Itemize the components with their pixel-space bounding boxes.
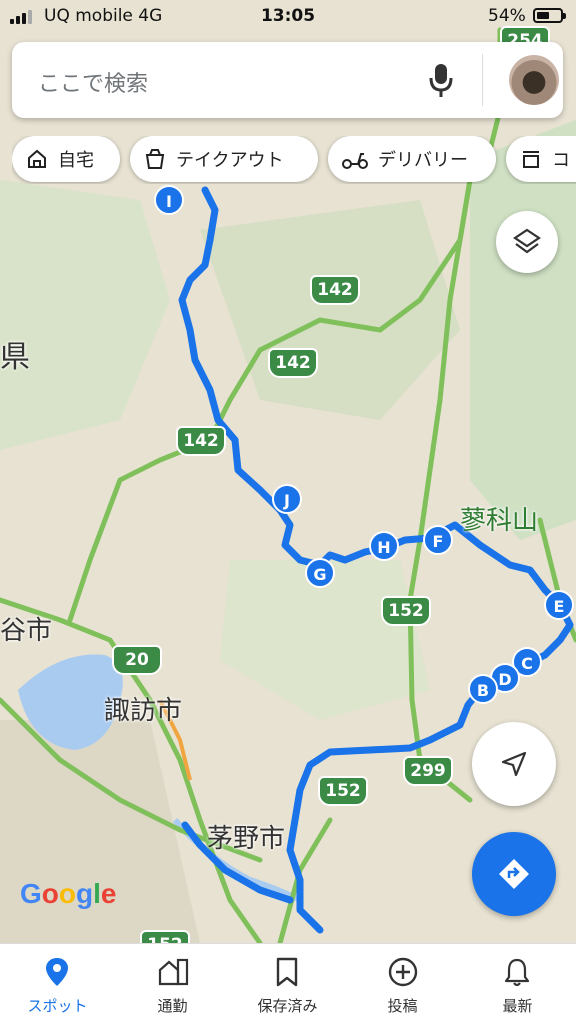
road-shield: 299	[403, 756, 453, 786]
tab-contribute[interactable]: 投稿	[345, 944, 460, 1025]
search-placeholder[interactable]: ここで検索	[38, 66, 148, 98]
road-shield: 142	[310, 275, 360, 305]
chip-label: コ	[552, 150, 570, 171]
route-marker-i[interactable]: I	[154, 185, 184, 215]
home-icon	[28, 149, 46, 168]
status-bar: UQ mobile 4G 13:05 54%	[0, 0, 576, 34]
road-shield: 152	[381, 596, 431, 626]
road-shield: 142	[268, 348, 318, 378]
tab-label: 最新	[502, 997, 533, 1015]
add-circle-icon	[388, 957, 418, 987]
tab-updates[interactable]: 最新	[460, 944, 575, 1025]
map-label-chino: 茅野市	[207, 824, 286, 854]
tab-commute[interactable]: 通勤	[115, 944, 230, 1025]
chip-delivery[interactable]: デリバリー	[328, 136, 496, 182]
route-marker-e[interactable]: E	[544, 590, 574, 620]
navigation-arrow-icon	[501, 751, 527, 777]
road-shield: 20	[112, 645, 162, 675]
tab-saved[interactable]: 保存済み	[230, 944, 345, 1025]
road-shield: 152	[318, 776, 368, 806]
directions-icon	[499, 859, 529, 889]
avatar[interactable]	[509, 55, 559, 105]
battery-percent: 54%	[488, 6, 526, 26]
search-divider	[482, 54, 483, 106]
directions-button[interactable]	[472, 832, 556, 916]
my-location-button[interactable]	[472, 722, 556, 806]
search-bar[interactable]: ここで検索	[12, 42, 563, 118]
route-marker-h[interactable]: H	[369, 531, 399, 561]
location-pin-icon	[46, 958, 68, 986]
tab-label: 保存済み	[257, 997, 318, 1015]
chip-more[interactable]: コ	[506, 136, 576, 182]
road-shield: 152	[140, 930, 190, 943]
scooter-icon	[342, 153, 368, 169]
chip-home[interactable]: 自宅	[12, 136, 120, 182]
chip-label: 自宅	[58, 150, 94, 171]
layers-button[interactable]	[496, 211, 558, 273]
chip-label: テイクアウト	[176, 150, 284, 171]
map-label-city: 谷市	[0, 616, 53, 646]
bottom-tab-bar: スポット 通勤 保存済み 投稿 最新	[0, 943, 576, 1025]
map-label-mountain: 蓼科山	[460, 506, 539, 536]
takeout-icon	[145, 149, 165, 169]
store-icon	[523, 151, 539, 168]
map-label-suwa: 諏訪市	[104, 696, 183, 726]
road-shield: 142	[176, 426, 226, 456]
chip-label: デリバリー	[378, 150, 468, 171]
route-marker-g[interactable]: G	[305, 558, 335, 588]
google-logo: Google	[20, 878, 117, 909]
category-chips: 自宅 テイクアウト デリバリー コ	[12, 136, 576, 184]
route-marker-b[interactable]: B	[468, 674, 498, 704]
commute-icon	[158, 958, 189, 986]
battery-icon	[533, 8, 566, 23]
route-marker-f[interactable]: F	[423, 525, 453, 555]
route-marker-j[interactable]: J	[272, 484, 302, 514]
tab-explore[interactable]: スポット	[0, 944, 115, 1025]
bell-icon	[504, 958, 530, 987]
tab-label: スポット	[27, 997, 88, 1015]
bookmark-icon	[276, 957, 298, 987]
chip-takeout[interactable]: テイクアウト	[130, 136, 318, 182]
layers-icon	[513, 228, 541, 254]
microphone-icon[interactable]	[426, 60, 456, 100]
tab-label: 投稿	[387, 997, 418, 1015]
map-label-prefecture: 県	[0, 340, 30, 375]
tab-label: 通勤	[157, 997, 188, 1015]
